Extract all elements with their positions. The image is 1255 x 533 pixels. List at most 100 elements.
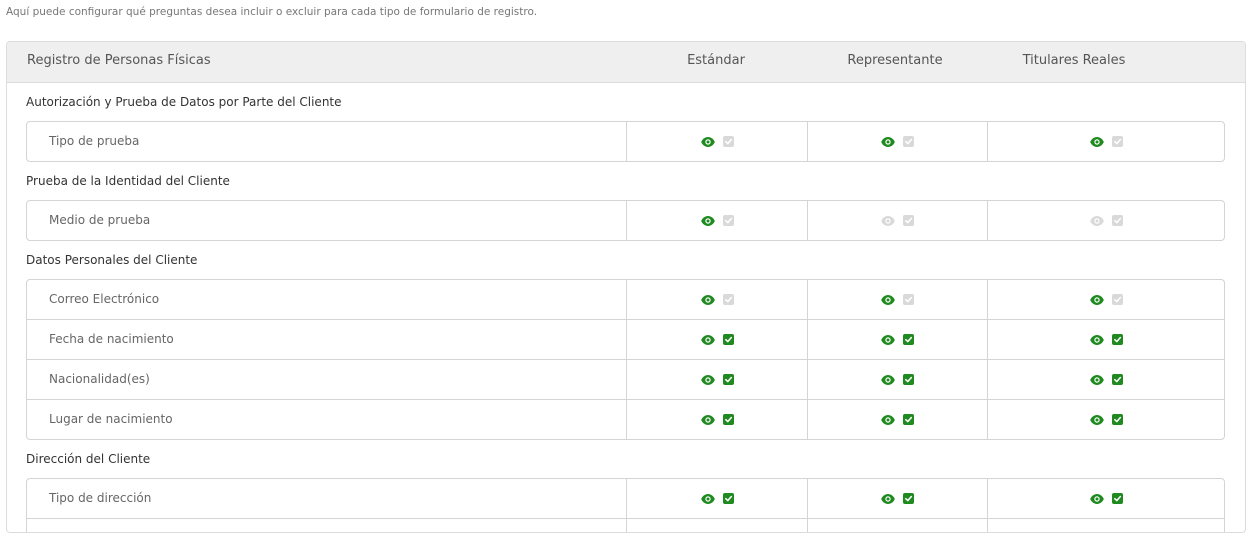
required-checkbox-icon[interactable] <box>903 334 914 345</box>
required-checkbox-icon[interactable] <box>722 136 734 147</box>
eye-icon[interactable] <box>1089 414 1104 425</box>
eye-icon[interactable] <box>700 414 715 425</box>
question-group: Medio de prueba <box>26 200 1225 241</box>
question-label: Correo Electrónico <box>49 292 160 306</box>
question-label <box>27 519 626 532</box>
option-cell-titulares-reales <box>987 519 1224 532</box>
eye-icon[interactable] <box>881 374 895 385</box>
option-cell-titulares-reales <box>987 201 1224 240</box>
required-checkbox-icon[interactable] <box>903 136 914 147</box>
required-checkbox-icon[interactable] <box>722 294 734 305</box>
question-row: Tipo de prueba <box>27 122 1224 161</box>
question-group: Tipo de dirección <box>26 478 1225 532</box>
required-checkbox-icon[interactable] <box>722 493 734 504</box>
question-row: Nacionalidad(es) <box>27 359 1224 399</box>
option-icons <box>881 334 914 345</box>
eye-icon[interactable] <box>1089 493 1104 504</box>
question-row: Medio de prueba <box>27 201 1224 240</box>
question-group: Correo Electrónico Fecha de nacimiento Nac… <box>26 279 1225 440</box>
question-label: Fecha de nacimiento <box>49 332 174 346</box>
required-checkbox-icon[interactable] <box>1111 493 1123 504</box>
option-icons <box>700 334 734 345</box>
section-title: Dirección del Cliente <box>26 452 151 466</box>
option-cell-representante <box>807 479 987 518</box>
option-cell-titulares-reales <box>987 280 1224 319</box>
required-checkbox-icon[interactable] <box>903 493 914 504</box>
section-title: Autorización y Prueba de Datos por Parte… <box>26 95 342 109</box>
required-checkbox-icon[interactable] <box>722 215 734 226</box>
option-icons <box>881 215 914 226</box>
required-checkbox-icon[interactable] <box>1111 334 1123 345</box>
eye-icon[interactable] <box>700 136 715 147</box>
eye-icon[interactable] <box>700 215 715 226</box>
option-icons <box>881 493 914 504</box>
question-row: Correo Electrónico <box>27 280 1224 319</box>
option-cell-representante <box>807 519 987 532</box>
option-cell-estandar <box>626 280 807 319</box>
question-label: Tipo de dirección <box>49 491 152 505</box>
eye-icon[interactable] <box>700 493 715 504</box>
column-header-representante: Representante <box>847 53 943 68</box>
required-checkbox-icon[interactable] <box>1111 374 1123 385</box>
option-icons <box>700 493 734 504</box>
required-checkbox-icon[interactable] <box>722 334 734 345</box>
option-icons <box>1089 215 1123 226</box>
column-header-estandar: Estándar <box>687 53 745 68</box>
required-checkbox-icon[interactable] <box>903 294 914 305</box>
required-checkbox-icon[interactable] <box>1111 136 1123 147</box>
option-icons <box>1089 136 1123 147</box>
eye-icon[interactable] <box>700 294 715 305</box>
section-title: Datos Personales del Cliente <box>26 253 198 267</box>
option-cell-representante <box>807 280 987 319</box>
question-label: Lugar de nacimiento <box>49 412 173 426</box>
option-icons <box>1089 414 1123 425</box>
eye-icon[interactable] <box>700 334 715 345</box>
eye-icon[interactable] <box>700 374 715 385</box>
eye-icon[interactable] <box>1089 136 1104 147</box>
option-cell-estandar <box>626 400 807 439</box>
option-cell-estandar <box>626 122 807 161</box>
option-icons <box>1089 493 1123 504</box>
option-icons <box>1089 334 1123 345</box>
eye-icon[interactable] <box>1089 294 1104 305</box>
option-cell-estandar <box>626 201 807 240</box>
required-checkbox-icon[interactable] <box>1111 414 1123 425</box>
required-checkbox-icon[interactable] <box>1111 294 1123 305</box>
option-icons <box>700 374 734 385</box>
eye-icon[interactable] <box>881 136 895 147</box>
eye-icon[interactable] <box>881 294 895 305</box>
option-icons <box>881 136 914 147</box>
option-cell-estandar <box>626 479 807 518</box>
sections-container: Autorización y Prueba de Datos por Parte… <box>7 83 1245 532</box>
section-title: Prueba de la Identidad del Cliente <box>26 174 230 188</box>
eye-icon[interactable] <box>881 493 895 504</box>
required-checkbox-icon[interactable] <box>903 215 914 226</box>
question-label: Tipo de prueba <box>49 134 140 148</box>
eye-off-icon[interactable] <box>881 215 895 226</box>
required-checkbox-icon[interactable] <box>722 374 734 385</box>
option-icons <box>881 294 914 305</box>
question-row: Tipo de dirección <box>27 479 1224 518</box>
eye-icon[interactable] <box>881 334 895 345</box>
option-icons <box>700 294 734 305</box>
eye-icon[interactable] <box>1089 334 1104 345</box>
option-cell-titulares-reales <box>987 479 1224 518</box>
required-checkbox-icon[interactable] <box>903 414 914 425</box>
required-checkbox-icon[interactable] <box>722 414 734 425</box>
registration-form-panel: Registro de Personas Físicas Estándar Re… <box>6 41 1246 533</box>
eye-off-icon[interactable] <box>1089 215 1104 226</box>
required-checkbox-icon[interactable] <box>1111 215 1123 226</box>
option-cell-representante <box>807 122 987 161</box>
option-icons <box>881 414 914 425</box>
eye-icon[interactable] <box>1089 374 1104 385</box>
option-cell-estandar <box>626 360 807 399</box>
required-checkbox-icon[interactable] <box>903 374 914 385</box>
option-cell-representante <box>807 201 987 240</box>
option-cell-representante <box>807 320 987 359</box>
option-icons <box>700 215 734 226</box>
option-icons <box>1089 294 1123 305</box>
option-cell-titulares-reales <box>987 400 1224 439</box>
panel-title: Registro de Personas Físicas <box>27 53 211 68</box>
option-cell-titulares-reales <box>987 360 1224 399</box>
eye-icon[interactable] <box>881 414 895 425</box>
